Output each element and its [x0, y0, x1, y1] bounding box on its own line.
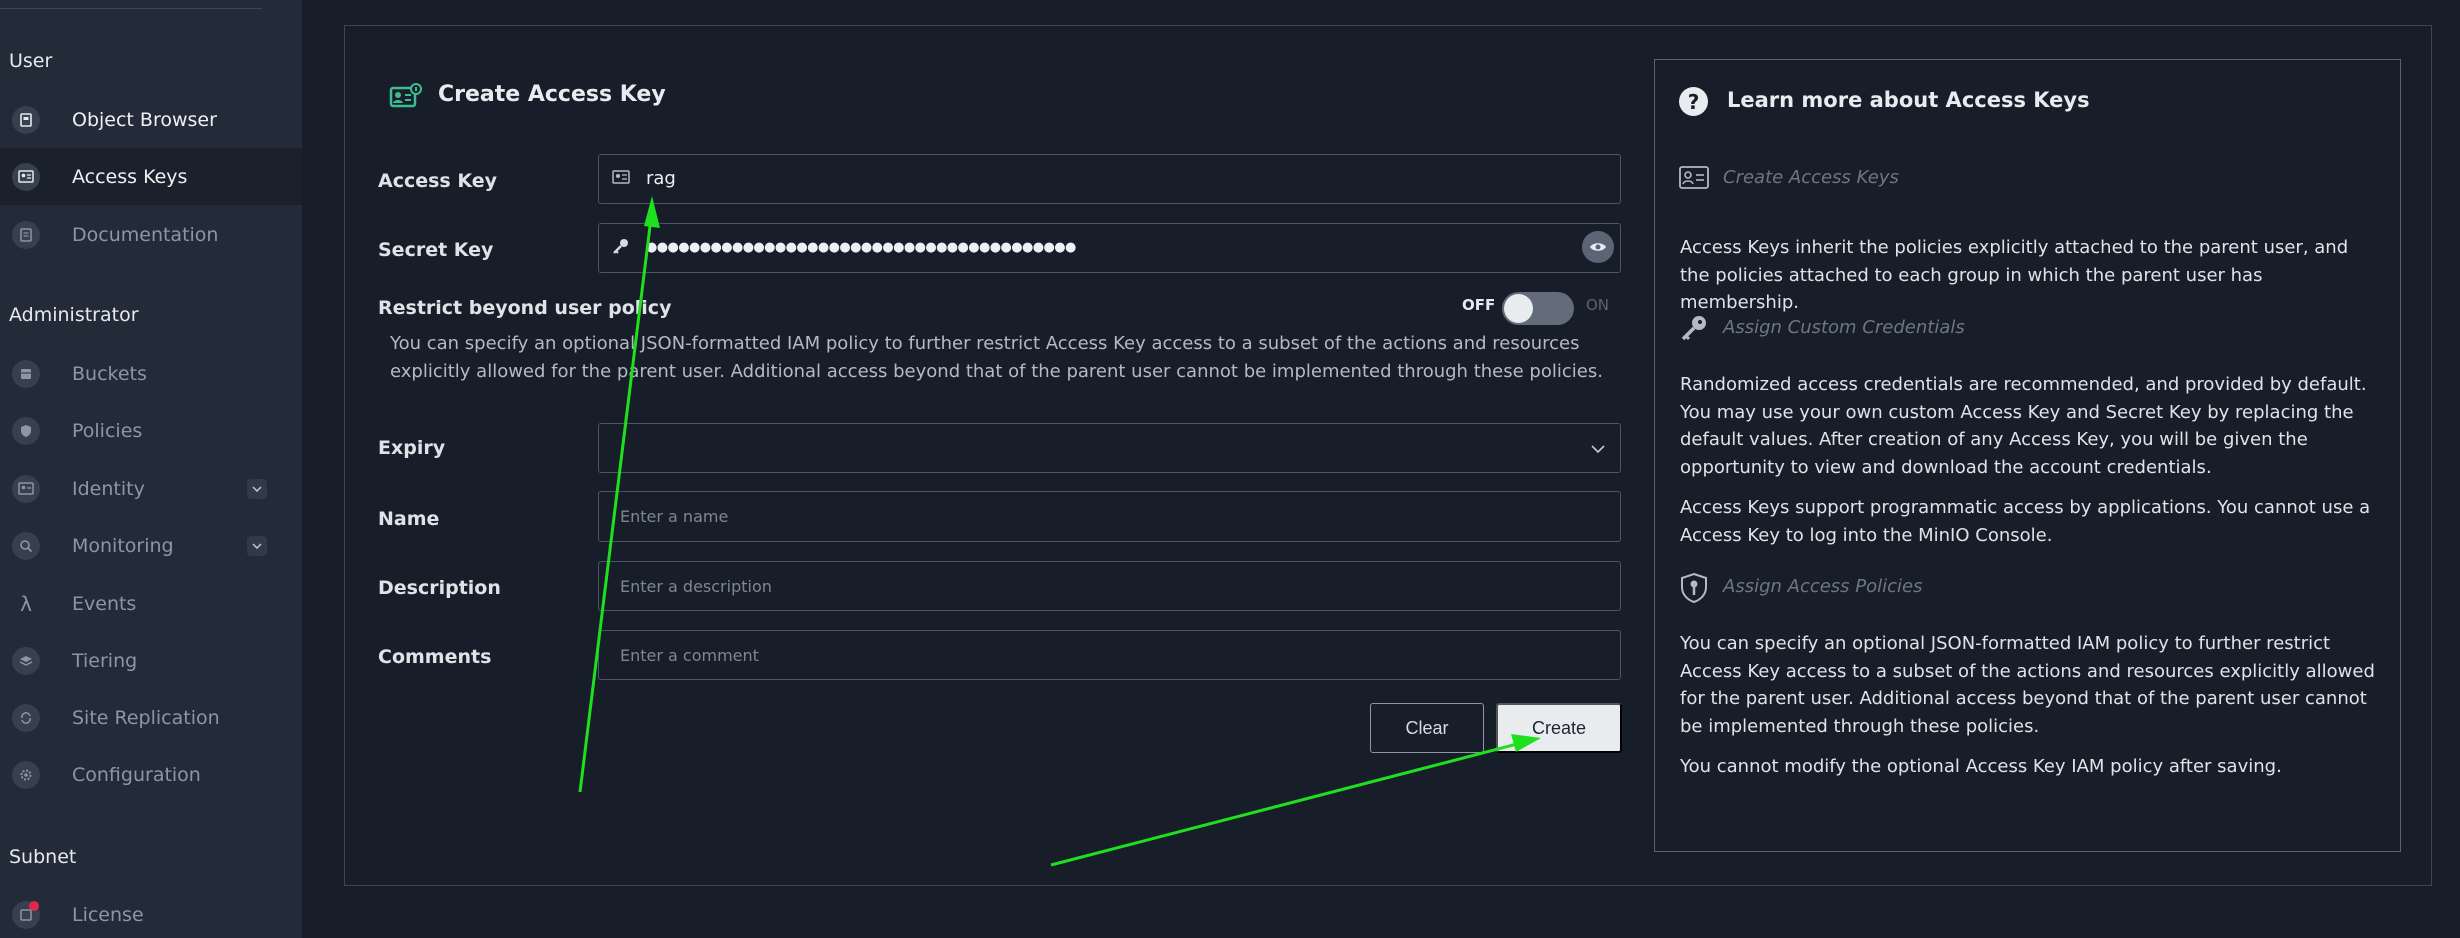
sidebar-item-label: Site Replication [72, 706, 220, 729]
help-paragraph: You cannot modify the optional Access Ke… [1680, 756, 2282, 777]
gear-icon [12, 760, 40, 789]
shield-icon [12, 416, 40, 445]
toggle-off-label: OFF [1462, 296, 1496, 314]
sidebar-item-label: Buckets [72, 362, 147, 385]
sidebar-item-policies[interactable]: Policies [0, 402, 302, 459]
bucket-icon [12, 359, 40, 388]
sidebar-item-label: Configuration [72, 763, 201, 786]
description-input[interactable]: Enter a description [598, 561, 1621, 611]
sidebar-item-monitoring[interactable]: Monitoring [0, 517, 302, 574]
magnifier-icon [12, 531, 40, 560]
sidebar-item-label: Object Browser [72, 108, 217, 131]
sidebar-item-label: Tiering [72, 649, 138, 672]
chevron-down-icon[interactable] [247, 535, 267, 556]
help-paragraph: Access Keys inherit the policies explici… [1680, 237, 2349, 313]
name-placeholder: Enter a name [620, 507, 729, 526]
secret-key-input[interactable]: ●●●●●●●●●●●●●●●●●●●●●●●●●●●●●●●●●●●●●●●● [598, 223, 1621, 273]
key-icon [1679, 313, 1709, 347]
id-card-icon [1679, 164, 1709, 194]
access-key-icon [389, 83, 423, 113]
eye-icon [1590, 243, 1606, 251]
comments-label: Comments [378, 646, 492, 668]
help-subtitle: Create Access Keys [1723, 167, 1899, 188]
access-key-label: Access Key [378, 170, 498, 192]
sidebar-item-events[interactable]: λ Events [0, 575, 302, 632]
create-button[interactable]: Create [1496, 703, 1622, 753]
clear-button[interactable]: Clear [1370, 703, 1484, 753]
sidebar-section-user: User [9, 50, 53, 72]
help-paragraph: Randomized access credentials are recomm… [1680, 374, 2367, 478]
chevron-down-icon [1591, 445, 1605, 454]
sidebar-item-object-browser[interactable]: Object Browser [0, 91, 302, 148]
question-icon: ? [1679, 87, 1708, 116]
sidebar-divider [0, 8, 262, 9]
help-paragraph: You can specify an optional JSON-formatt… [1680, 633, 2375, 737]
comments-placeholder: Enter a comment [620, 646, 759, 665]
notification-dot [29, 900, 39, 911]
secret-key-label: Secret Key [378, 239, 494, 261]
id-card-icon [12, 162, 40, 191]
sidebar-item-label: Events [72, 592, 137, 615]
sidebar: User Object Browser Access Keys Document… [0, 0, 302, 938]
expiry-select[interactable] [598, 423, 1621, 473]
id-card-icon [612, 169, 630, 189]
help-paragraph: Access Keys support programmatic access … [1680, 497, 2371, 546]
expiry-label: Expiry [378, 437, 446, 459]
description-placeholder: Enter a description [620, 577, 772, 596]
sidebar-section-administrator: Administrator [9, 304, 139, 326]
sidebar-item-configuration[interactable]: Configuration [0, 746, 302, 803]
page-title: Create Access Key [438, 82, 666, 107]
sidebar-item-site-replication[interactable]: Site Replication [0, 689, 302, 746]
sidebar-item-tiering[interactable]: Tiering [0, 632, 302, 689]
layers-icon [12, 646, 40, 675]
sidebar-item-buckets[interactable]: Buckets [0, 345, 302, 402]
sidebar-item-documentation[interactable]: Documentation [0, 206, 302, 263]
sidebar-item-label: Monitoring [72, 534, 174, 557]
sidebar-item-label: Documentation [72, 223, 219, 246]
help-title: Learn more about Access Keys [1727, 88, 2090, 112]
toggle-on-label: ON [1586, 296, 1610, 314]
help-subtitle: Assign Custom Credentials [1723, 317, 1965, 338]
comments-input[interactable]: Enter a comment [598, 630, 1621, 680]
lambda-icon: λ [20, 591, 32, 616]
sidebar-item-label: Access Keys [72, 165, 188, 188]
replication-icon [12, 703, 40, 732]
access-key-value: rag [646, 168, 676, 189]
name-input[interactable]: Enter a name [598, 491, 1621, 542]
show-password-button[interactable] [1582, 231, 1614, 263]
chevron-down-icon[interactable] [247, 478, 267, 499]
sidebar-item-label: Policies [72, 419, 143, 442]
sidebar-item-license[interactable]: License [0, 886, 302, 938]
restrict-policy-help: You can specify an optional JSON-formatt… [390, 333, 1603, 382]
toggle-knob [1504, 294, 1533, 323]
sidebar-item-access-keys[interactable]: Access Keys [0, 148, 302, 205]
access-key-input[interactable]: rag [598, 154, 1621, 204]
name-label: Name [378, 508, 440, 530]
key-icon [612, 237, 630, 259]
description-label: Description [378, 577, 501, 599]
object-browser-icon [12, 105, 40, 134]
restrict-policy-toggle[interactable] [1502, 292, 1574, 325]
help-subtitle: Assign Access Policies [1723, 576, 1923, 597]
document-icon [12, 220, 40, 249]
identity-icon [12, 474, 40, 503]
sidebar-item-label: License [72, 903, 144, 926]
sidebar-item-identity[interactable]: Identity [0, 460, 302, 517]
shield-key-icon [1679, 572, 1709, 608]
sidebar-section-subnet: Subnet [9, 846, 77, 868]
license-icon [12, 900, 40, 929]
sidebar-item-label: Identity [72, 477, 145, 500]
secret-key-value: ●●●●●●●●●●●●●●●●●●●●●●●●●●●●●●●●●●●●●●●● [646, 240, 1076, 255]
restrict-policy-label: Restrict beyond user policy [378, 297, 672, 319]
